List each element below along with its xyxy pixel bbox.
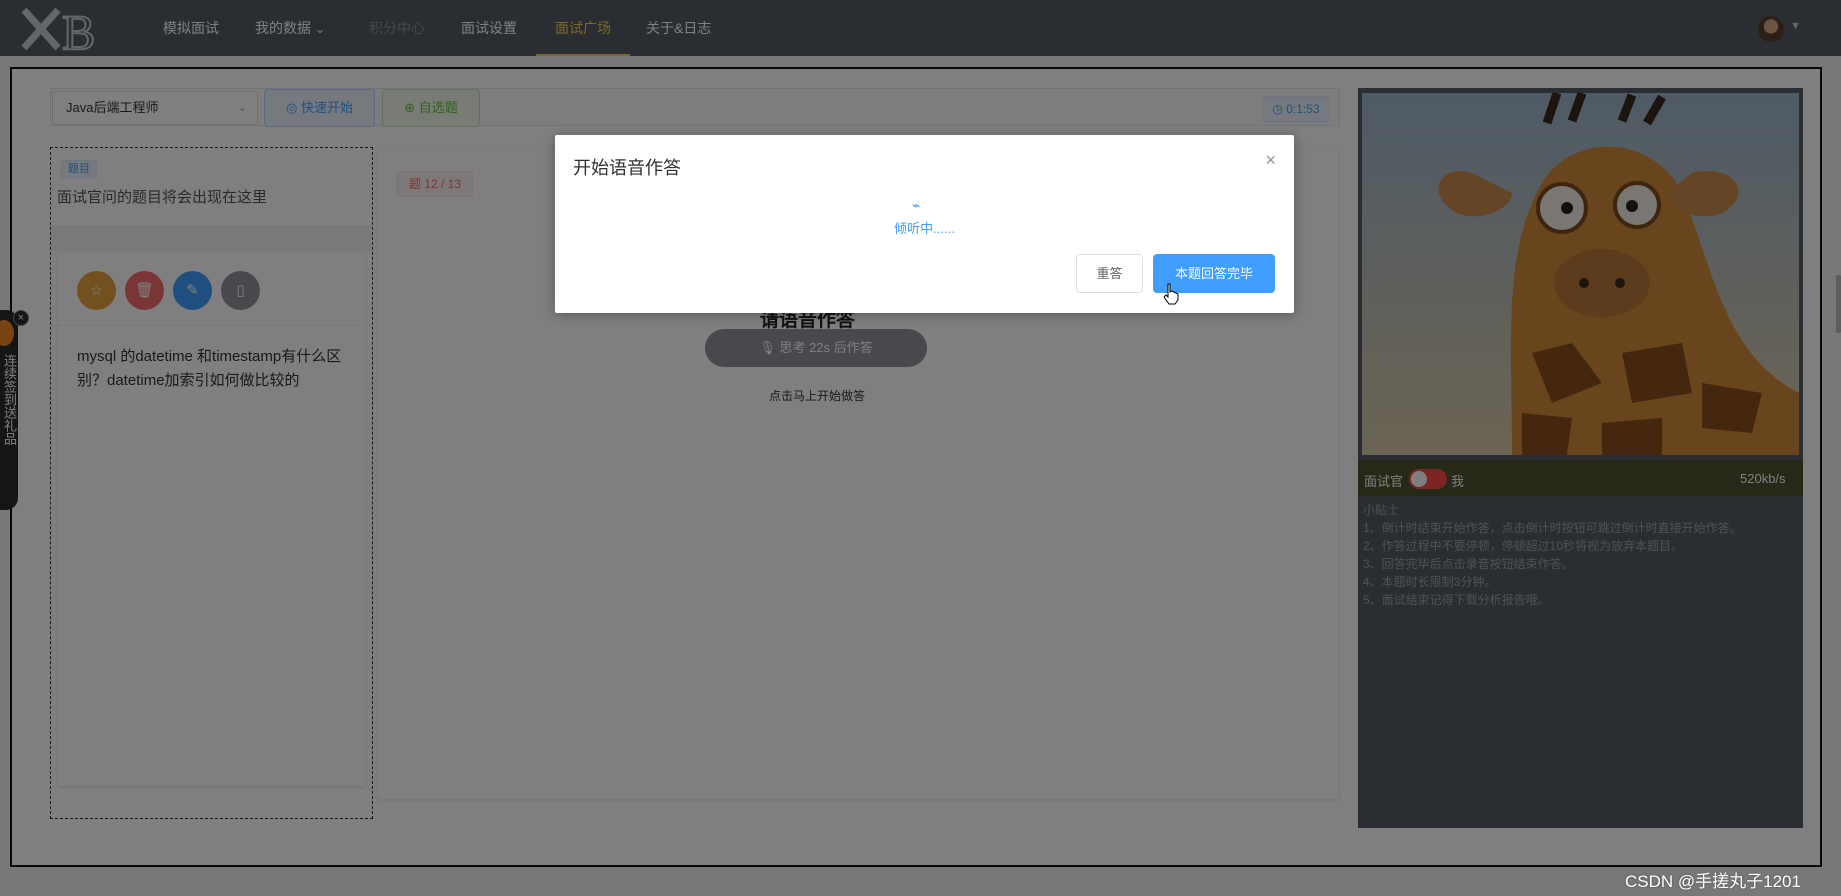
reanswer-button[interactable]: 重答	[1076, 254, 1143, 293]
loading-spinner-icon: ⌁	[912, 197, 921, 213]
voice-answer-dialog: 开始语音作答 × ⌁ 倾听中...... 重答 本题回答完毕	[555, 135, 1294, 313]
csdn-watermark: CSDN @手搓丸子1201	[1625, 872, 1801, 891]
hand-cursor-icon	[1163, 283, 1179, 305]
dialog-title: 开始语音作答	[573, 158, 681, 178]
listening-status: 倾听中......	[894, 221, 955, 236]
close-icon[interactable]: ×	[1265, 150, 1276, 171]
